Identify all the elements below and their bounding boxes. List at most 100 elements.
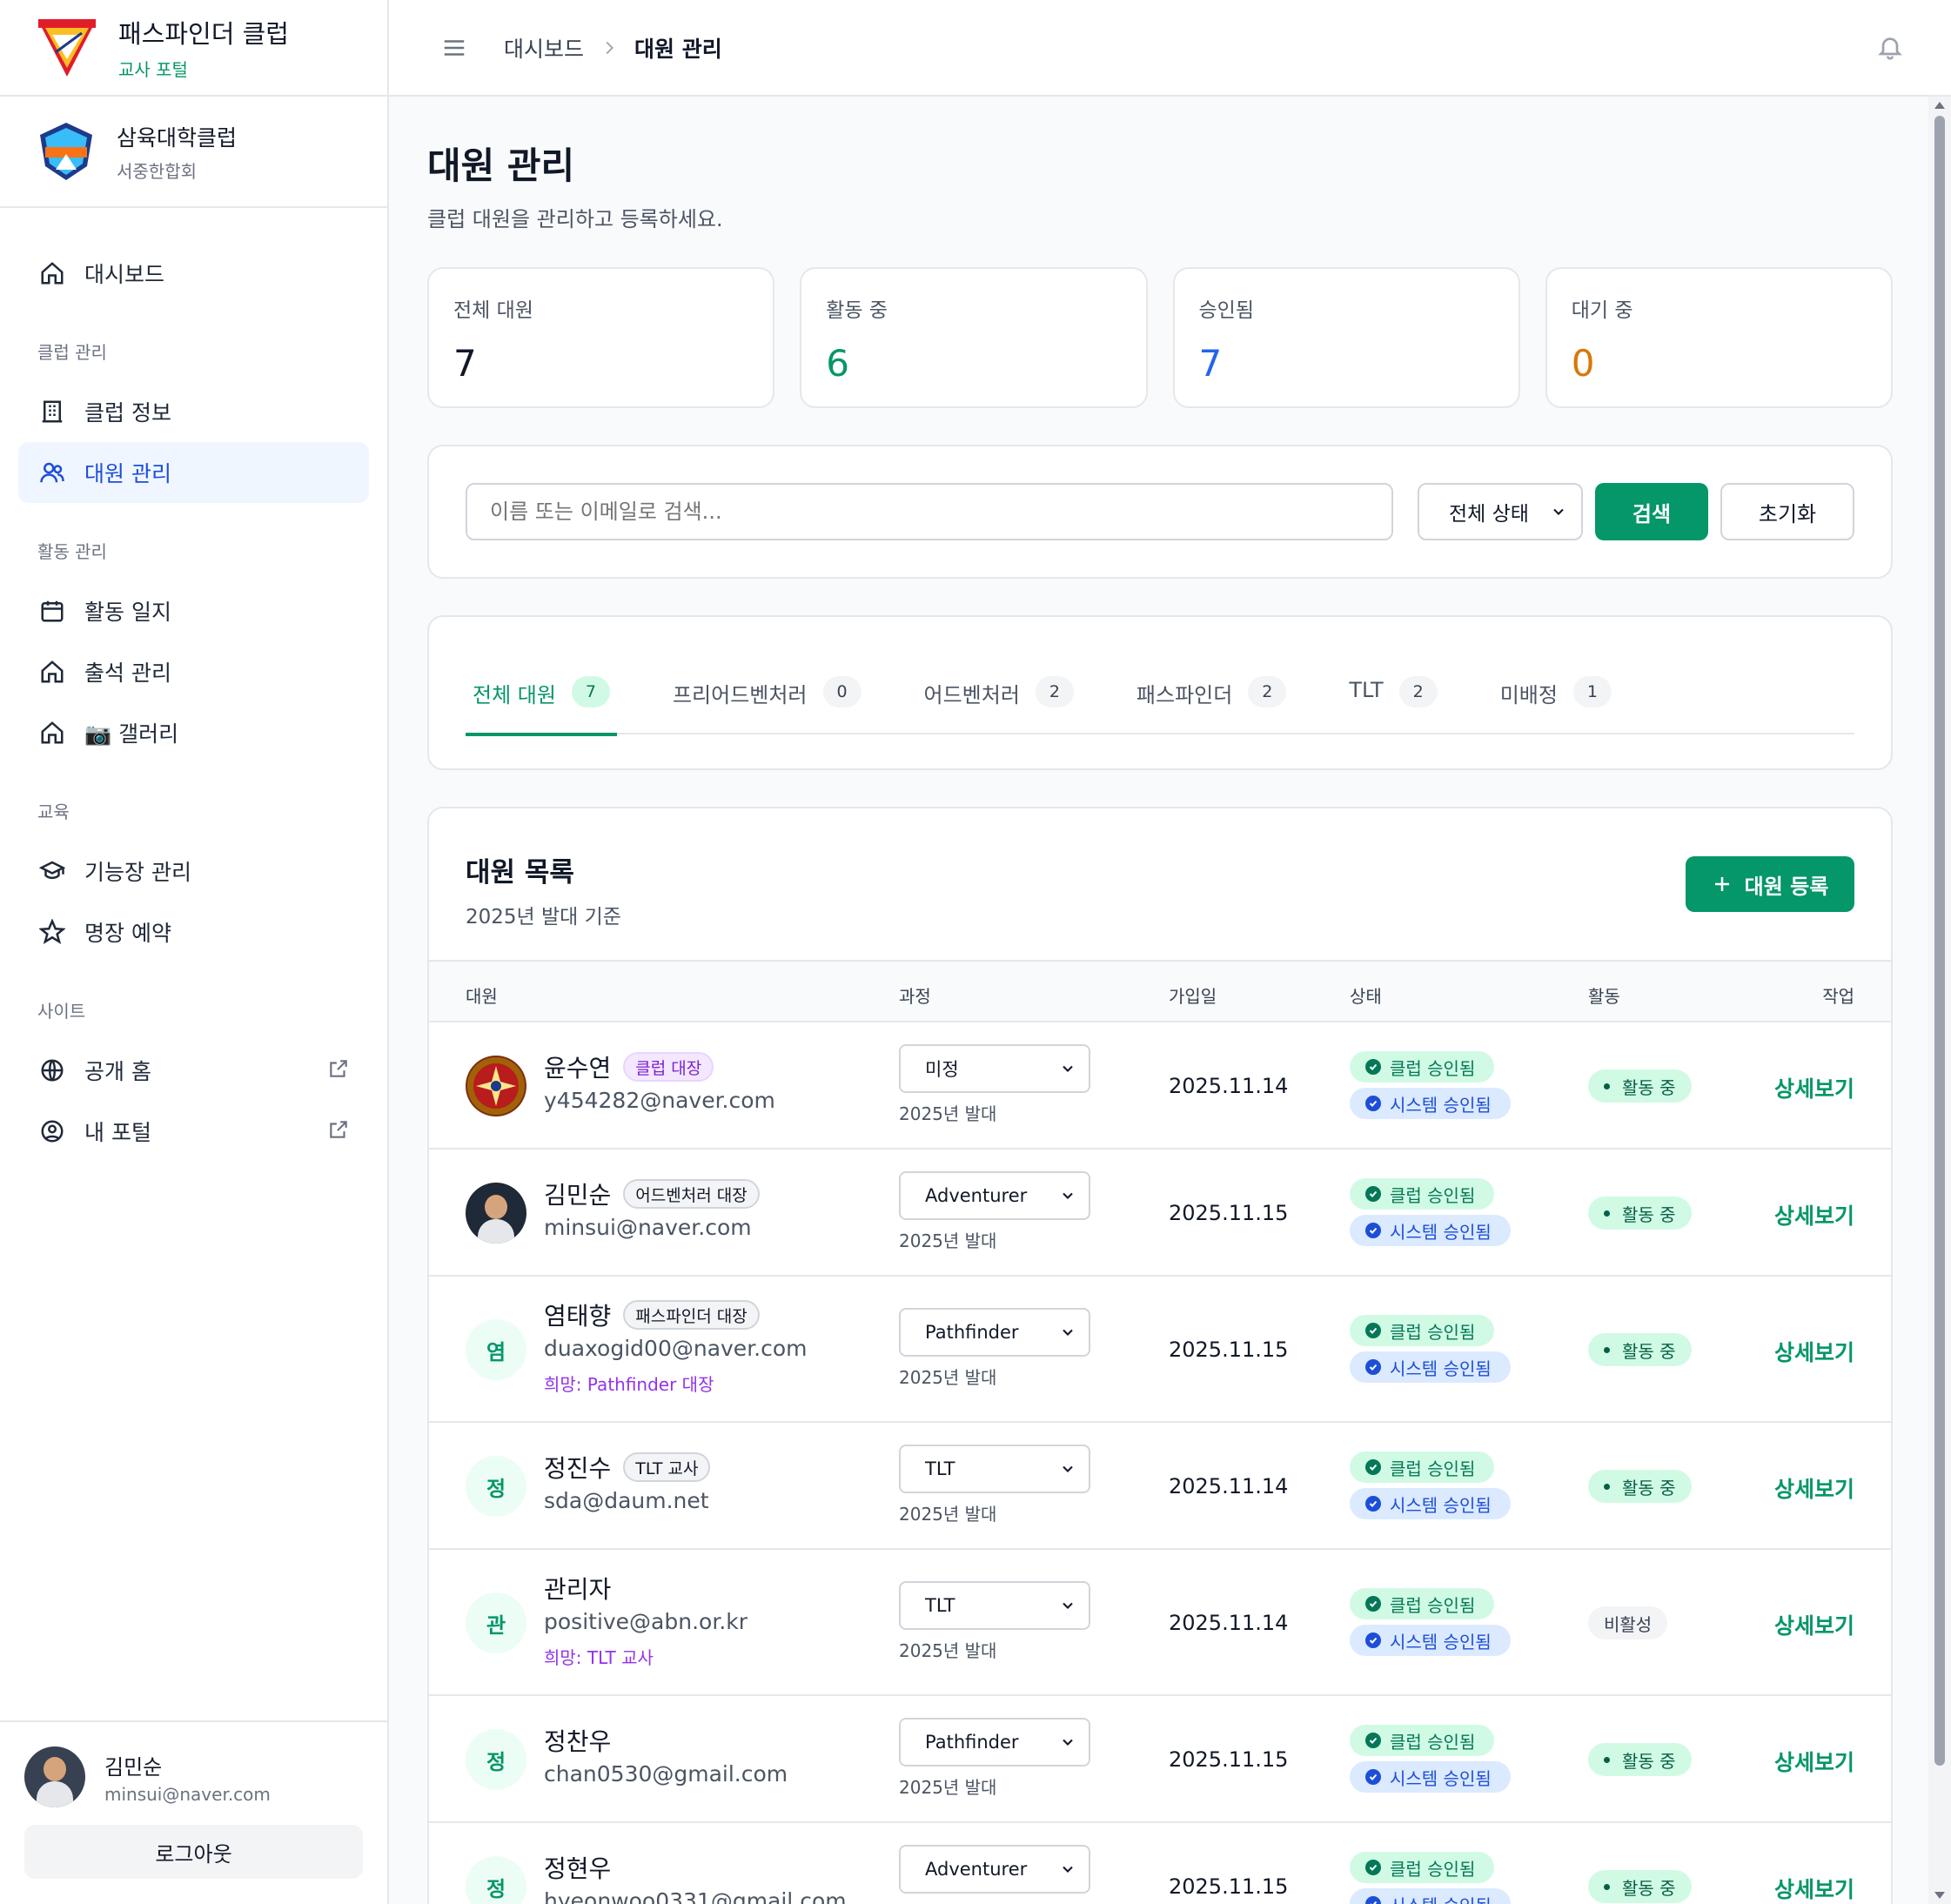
stat-value: 0 [1571, 342, 1595, 385]
sidebar-item-label: 명장 예약 [84, 921, 171, 946]
scroll-up-icon[interactable] [1928, 97, 1951, 112]
brand[interactable]: 패스파인더 클럽 교사 포털 [0, 0, 387, 97]
join-date: 2025.11.15 [1169, 1747, 1289, 1772]
chevron-down-icon [1059, 1060, 1076, 1082]
course-select[interactable]: Adventurer [899, 1171, 1090, 1220]
sidebar-item-label: 대원 관리 [84, 461, 171, 486]
scrollbar[interactable] [1928, 97, 1951, 1904]
breadcrumb-dashboard[interactable]: 대시보드 [504, 32, 584, 64]
building-icon [37, 397, 67, 426]
tab-count: 2 [1398, 676, 1438, 707]
member-name: 윤수연 클럽 대장 [544, 1051, 714, 1083]
bell-icon[interactable] [1876, 33, 1904, 61]
course-select[interactable]: TLT [899, 1445, 1090, 1493]
stat-card-total: 전체 대원 7 [427, 267, 775, 408]
course-select[interactable]: Adventurer [899, 1845, 1090, 1894]
check-circle-icon [1365, 1096, 1381, 1111]
sidebar-item-my-portal[interactable]: 내 포털 [18, 1101, 369, 1162]
page-subtitle: 클럽 대원을 관리하고 등록하세요. [427, 207, 723, 231]
activity-badge: 활동 중 [1588, 1470, 1692, 1503]
breadcrumb: 대시보드 대원 관리 [504, 32, 722, 64]
badge-text: 클럽 승인됨 [1390, 1731, 1476, 1753]
course-select[interactable]: 미정 [899, 1044, 1090, 1093]
reset-button[interactable]: 초기화 [1720, 483, 1854, 540]
tab-pathfinder[interactable]: 패스파인더 2 [1130, 667, 1293, 734]
check-circle-icon [1365, 1223, 1381, 1238]
nav-section-site: 사이트 [37, 1001, 86, 1022]
sidebar-item-members[interactable]: 대원 관리 [18, 442, 369, 503]
course-select[interactable]: TLT [899, 1581, 1090, 1630]
tab-pre-adventurer[interactable]: 프리어드벤처러 0 [666, 667, 868, 734]
check-circle-icon [1365, 1632, 1381, 1648]
scroll-down-icon[interactable] [1928, 1888, 1951, 1904]
sidebar-item-gallery[interactable]: 📷 갤러리 [18, 702, 369, 763]
detail-link[interactable]: 상세보기 [1774, 1873, 1854, 1904]
table-row: 관 관리자 positive@abn.or.kr 희망: TLT 교사 TLT 2025년… [429, 1550, 1891, 1696]
course-select-value: TLT [925, 1595, 955, 1616]
sidebar-item-skills[interactable]: 기능장 관리 [18, 841, 369, 902]
course-select[interactable]: Pathfinder [899, 1718, 1090, 1767]
sidebar-item-master-reservation[interactable]: 명장 예약 [18, 902, 369, 962]
tab-label: 미배정 [1499, 683, 1558, 707]
detail-link[interactable]: 상세보기 [1774, 1199, 1854, 1230]
search-button[interactable]: 검색 [1595, 483, 1708, 540]
dot-icon [1604, 1083, 1610, 1089]
detail-link[interactable]: 상세보기 [1774, 1072, 1854, 1103]
member-name-text: 김민순 [544, 1181, 612, 1210]
sidebar-item-public-home[interactable]: 공개 홈 [18, 1040, 369, 1101]
dot-icon [1604, 1756, 1610, 1763]
logout-button[interactable]: 로그아웃 [24, 1825, 363, 1879]
sidebar-item-activity-log[interactable]: 활동 일지 [18, 580, 369, 641]
detail-link[interactable]: 상세보기 [1774, 1336, 1854, 1367]
member-name-text: 윤수연 [544, 1054, 612, 1083]
detail-link[interactable]: 상세보기 [1774, 1472, 1854, 1504]
sidebar-item-attendance[interactable]: 출석 관리 [18, 641, 369, 702]
pathfinder-logo-icon [38, 18, 96, 77]
menu-icon[interactable] [441, 35, 467, 61]
badge-text: 활동 중 [1622, 1877, 1676, 1899]
chevron-down-icon [1059, 1187, 1076, 1209]
join-date: 2025.11.14 [1169, 1611, 1289, 1635]
tab-label: 어드벤처러 [923, 683, 1020, 707]
member-name-text: 정진수 [544, 1454, 612, 1483]
course-select-value: 미정 [925, 1059, 959, 1080]
member-list-subtitle: 2025년 발대 기준 [466, 906, 621, 929]
badge-text: 시스템 승인됨 [1390, 1767, 1492, 1789]
tab-tlt[interactable]: TLT 2 [1342, 667, 1444, 734]
system-approved-badge: 시스템 승인됨 [1350, 1761, 1511, 1793]
member-email: minsui@naver.com [544, 1215, 752, 1240]
course-select[interactable]: Pathfinder [899, 1308, 1090, 1357]
add-member-button[interactable]: 대원 등록 [1686, 856, 1854, 912]
member-list-header: 대원 목록 2025년 발대 기준 대원 등록 [429, 808, 1891, 962]
member-email: chan0530@gmail.com [544, 1761, 788, 1787]
sidebar-item-club-info[interactable]: 클럽 정보 [18, 381, 369, 442]
breadcrumb-current: 대원 관리 [634, 36, 722, 62]
table-row: 염 염태향 패스파인더 대장 duaxogid00@naver.com 희망: Path… [429, 1277, 1891, 1423]
tab-unassigned[interactable]: 미배정 1 [1493, 667, 1619, 734]
member-email: positive@abn.or.kr [544, 1609, 748, 1634]
badge-text: 활동 중 [1622, 1750, 1676, 1772]
avatar [466, 1183, 526, 1244]
club-approved-badge: 클럽 승인됨 [1350, 1852, 1495, 1883]
tab-all[interactable]: 전체 대원 7 [466, 667, 617, 736]
column-header: 작업 [1822, 986, 1854, 1007]
course-select-value: Pathfinder [925, 1732, 1019, 1753]
nav-section-education: 교육 [37, 801, 70, 822]
status-select[interactable]: 전체 상태 [1418, 483, 1583, 540]
badge-text: 활동 중 [1622, 1340, 1676, 1362]
tab-adventurer[interactable]: 어드벤처러 2 [917, 667, 1081, 734]
badge-text: 시스템 승인됨 [1390, 1494, 1492, 1516]
member-email: y454282@naver.com [544, 1088, 775, 1113]
chevron-down-icon [1059, 1597, 1076, 1619]
column-header: 상태 [1350, 986, 1382, 1007]
scrollbar-thumb[interactable] [1934, 116, 1945, 1766]
tab-label: 패스파인더 [1136, 683, 1233, 707]
category-tabs: 전체 대원 7 프리어드벤처러 0 어드벤처러 2 패스파인더 2 TLT 2 … [466, 667, 1854, 736]
stat-card-approved: 승인됨 7 [1172, 267, 1520, 408]
detail-link[interactable]: 상세보기 [1774, 1746, 1854, 1777]
detail-link[interactable]: 상세보기 [1774, 1609, 1854, 1640]
system-approved-badge: 시스템 승인됨 [1350, 1351, 1511, 1383]
sidebar-item-dashboard[interactable]: 대시보드 [18, 243, 369, 304]
external-link-icon [327, 1057, 350, 1085]
search-input[interactable] [466, 483, 1393, 540]
